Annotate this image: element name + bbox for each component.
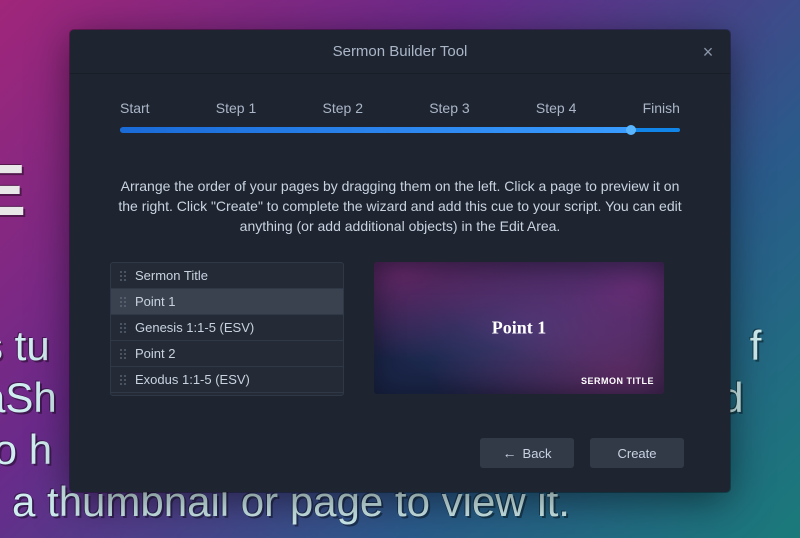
preview-main-text: Point 1 — [492, 318, 547, 339]
page-item-label: Sermon Title — [135, 268, 208, 283]
track-knob — [626, 125, 636, 135]
page-item-label: Point 2 — [135, 346, 175, 361]
modal-footer: ← Back Create — [70, 416, 730, 492]
list-item[interactable]: Genesis 1:1-5 (ESV) — [111, 315, 343, 341]
page-reorder-list[interactable]: Sermon Title Point 1 Genesis 1:1-5 (ESV) Po… — [110, 262, 344, 396]
list-item[interactable]: Point 2 — [111, 341, 343, 367]
back-button[interactable]: ← Back — [480, 438, 574, 468]
close-icon: × — [703, 42, 714, 63]
drag-handle-icon[interactable] — [119, 322, 127, 334]
step-label-4: Step 4 — [536, 100, 576, 116]
page-item-label: Point 1 — [135, 294, 175, 309]
drag-handle-icon[interactable] — [119, 296, 127, 308]
modal-title: Sermon Builder Tool — [333, 43, 468, 60]
step-label-2: Step 2 — [323, 100, 363, 116]
step-label-3: Step 3 — [429, 100, 469, 116]
bg-text-fragment: IE — [0, 150, 24, 232]
track-fill — [120, 127, 630, 133]
wizard-stepper: Start Step 1 Step 2 Step 3 Step 4 Finish — [70, 74, 730, 146]
back-button-label: Back — [523, 446, 552, 461]
page-item-label: Exodus 1:1-5 (ESV) — [135, 372, 250, 387]
modal-titlebar: Sermon Builder Tool × — [70, 30, 730, 74]
close-button[interactable]: × — [692, 36, 724, 68]
content-area: Sermon Title Point 1 Genesis 1:1-5 (ESV) Po… — [70, 258, 730, 416]
step-labels: Start Step 1 Step 2 Step 3 Step 4 Finish — [120, 100, 680, 116]
drag-handle-icon[interactable] — [119, 348, 127, 360]
drag-handle-icon[interactable] — [119, 374, 127, 386]
sermon-builder-modal: Sermon Builder Tool × Start Step 1 Step … — [70, 30, 730, 492]
instructions-text: Arrange the order of your pages by dragg… — [70, 146, 730, 258]
step-label-1: Step 1 — [216, 100, 256, 116]
list-item[interactable]: Exodus 1:1-5 (ESV) — [111, 367, 343, 393]
create-button[interactable]: Create — [590, 438, 684, 468]
create-button-label: Create — [617, 446, 656, 461]
arrow-left-icon: ← — [503, 445, 517, 461]
drag-handle-icon[interactable] — [119, 270, 127, 282]
preview-sub-text: SERMON TITLE — [581, 376, 654, 386]
step-progress-track[interactable] — [120, 126, 680, 134]
slide-preview: Point 1 SERMON TITLE — [374, 262, 664, 394]
list-item[interactable]: Point 1 — [111, 289, 343, 315]
page-item-label: Genesis 1:1-5 (ESV) — [135, 320, 254, 335]
list-item[interactable]: Sermon Title — [111, 263, 343, 289]
step-label-finish: Finish — [643, 100, 680, 116]
step-label-start: Start — [120, 100, 150, 116]
